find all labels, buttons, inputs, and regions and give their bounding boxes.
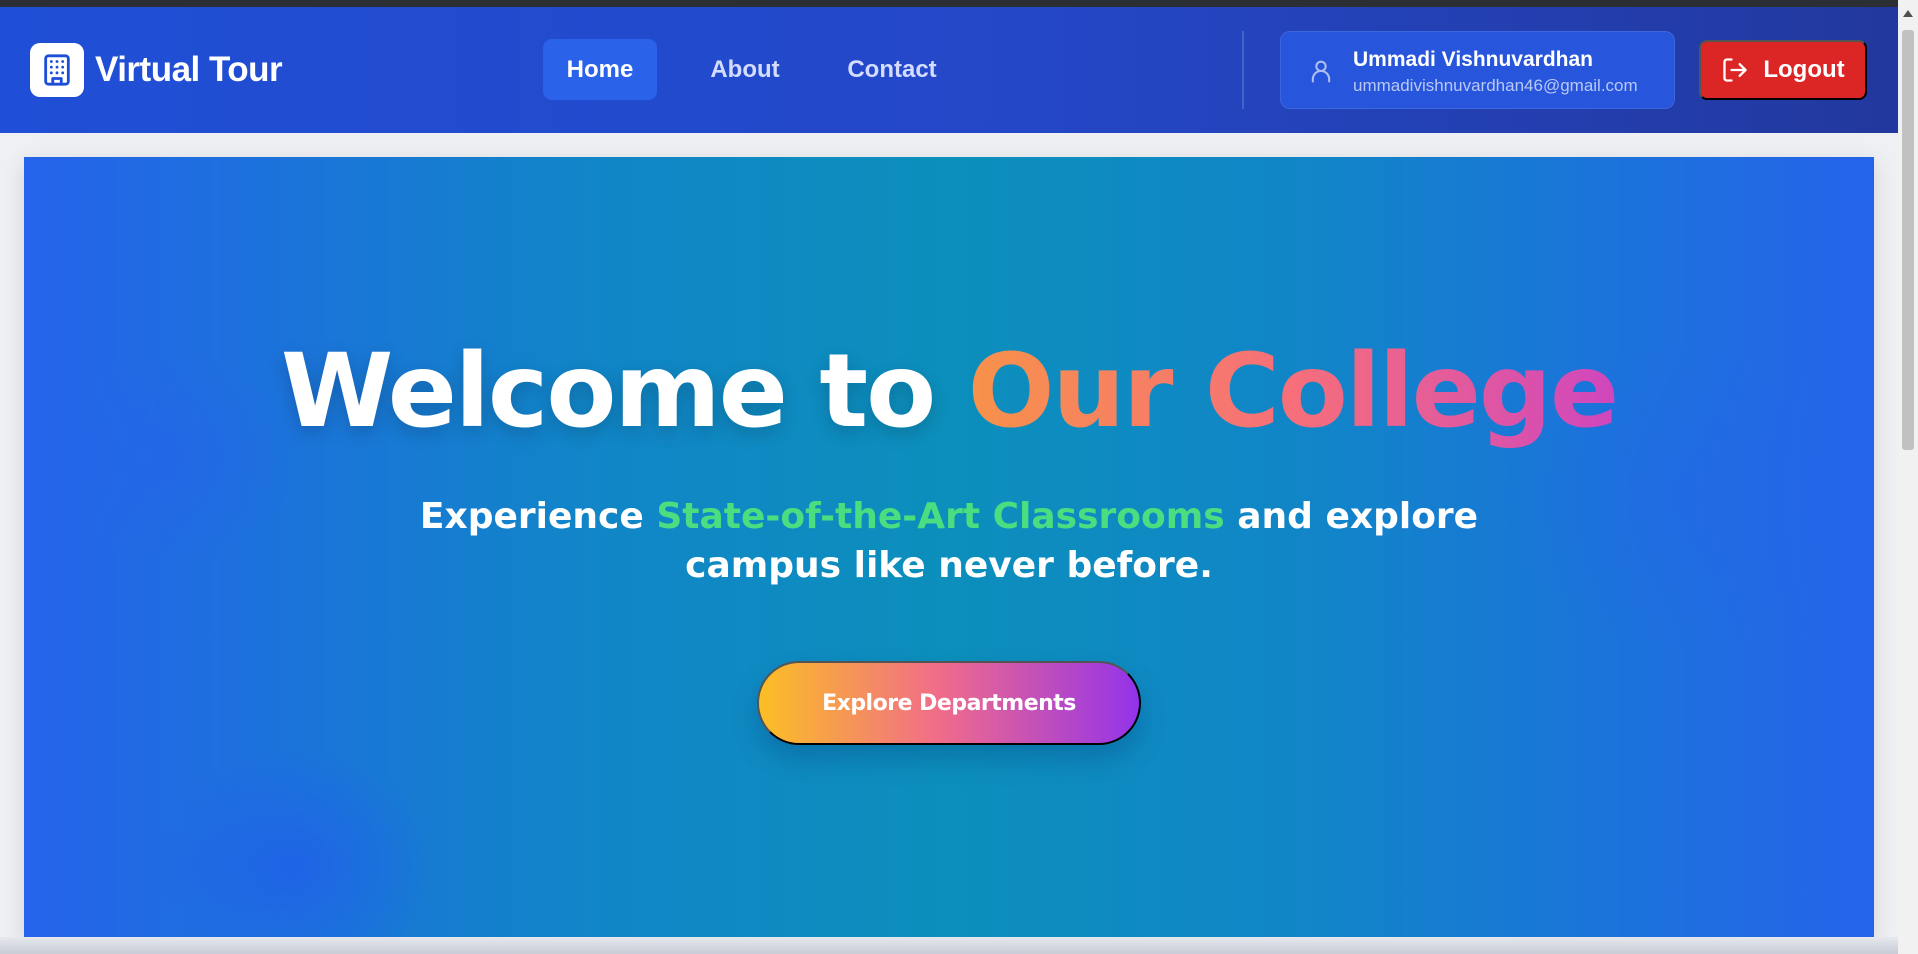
navbar: Virtual Tour Home About Contact Ummadi V… <box>0 7 1898 133</box>
nav-link-about[interactable]: About <box>697 39 793 100</box>
scrollbar-thumb[interactable] <box>1902 30 1914 450</box>
brand-title: Virtual Tour <box>95 50 283 89</box>
logout-icon <box>1723 58 1748 82</box>
user-email: ummadivishnuvardhan46@gmail.com <box>1353 76 1638 95</box>
user-icon <box>1307 56 1335 91</box>
explore-departments-button[interactable]: Explore Departments <box>757 661 1141 745</box>
brand[interactable]: Virtual Tour <box>30 43 283 97</box>
hero-title-highlight: Our College <box>967 332 1619 451</box>
scroll-up-arrow-icon[interactable] <box>1903 10 1913 17</box>
hero-subtitle-prefix: Experience <box>419 496 644 537</box>
user-name: Ummadi Vishnuvardhan <box>1353 48 1594 71</box>
logout-button[interactable]: Logout <box>1699 40 1867 100</box>
nav-link-contact[interactable]: Contact <box>832 39 952 100</box>
hero-title-prefix: Welcome to <box>280 332 936 451</box>
hero-section: Welcome to Our College Experience State-… <box>24 157 1874 937</box>
browser-top-strip <box>0 0 1918 7</box>
page-bottom-band <box>0 937 1898 954</box>
hero-subtitle-line2: campus like never before. <box>685 545 1213 586</box>
scrollbar[interactable] <box>1898 0 1918 954</box>
building-icon <box>30 43 84 97</box>
hero-subtitle: Experience State-of-the-Art Classrooms a… <box>24 492 1874 590</box>
logout-label: Logout <box>1763 56 1845 83</box>
nav-divider <box>1242 31 1244 109</box>
nav-links: Home About Contact <box>543 39 952 100</box>
user-card[interactable]: Ummadi Vishnuvardhan ummadivishnuvardhan… <box>1280 31 1675 109</box>
hero-title: Welcome to Our College <box>24 332 1874 451</box>
hero-subtitle-highlight: State-of-the-Art Classrooms <box>656 496 1225 537</box>
nav-link-home[interactable]: Home <box>543 39 657 100</box>
hero-subtitle-middle: and explore <box>1237 496 1479 537</box>
